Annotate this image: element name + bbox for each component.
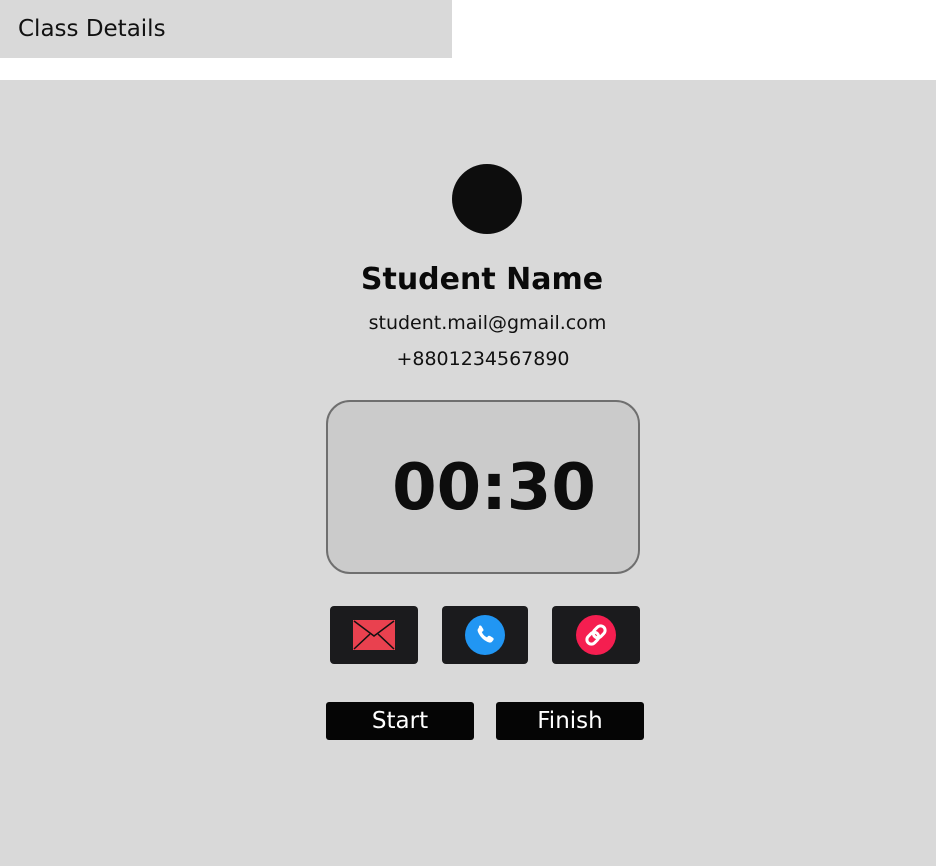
finish-button[interactable]: Finish [496, 702, 644, 740]
student-phone: +8801234567890 [396, 348, 570, 370]
email-button[interactable] [330, 606, 418, 664]
mail-icon [353, 620, 395, 650]
student-email: student.mail@gmail.com [368, 312, 607, 334]
link-button[interactable] [552, 606, 640, 664]
student-name: Student Name [360, 262, 604, 297]
timer-display: 00:30 [326, 400, 640, 574]
class-details-page: Class Details Student Name student.mail@… [0, 0, 936, 866]
start-button[interactable]: Start [326, 702, 474, 740]
page-title: Class Details [18, 16, 166, 42]
avatar [452, 164, 522, 234]
timer-value: 00:30 [392, 451, 596, 525]
phone-icon [465, 615, 505, 655]
link-icon [576, 615, 616, 655]
call-button[interactable] [442, 606, 528, 664]
header-bar: Class Details [0, 0, 452, 58]
